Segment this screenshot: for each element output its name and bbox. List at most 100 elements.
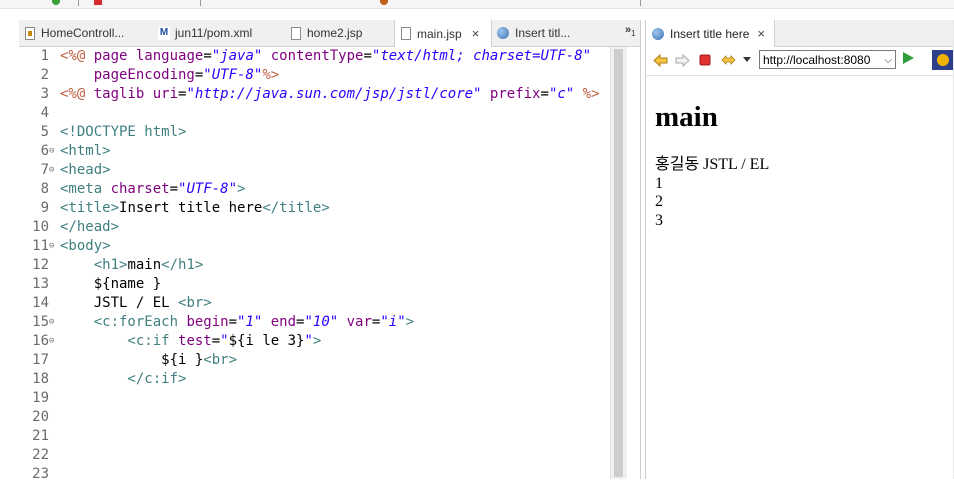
code-line[interactable]: 15 ⊖ <c:forEach begin="1" end="10" var="i… <box>19 313 609 332</box>
code-token: <br> <box>178 295 212 311</box>
code-line[interactable]: 12 <h1>main</h1> <box>19 256 609 275</box>
code-token: uri <box>152 86 179 102</box>
code-text: </c:if> <box>60 370 186 389</box>
code-token: test <box>178 333 212 349</box>
code-token: </h1> <box>161 257 204 273</box>
tab-insert-title[interactable]: Insert titl... <box>491 20 591 46</box>
tab-label: jun11/pom.xml <box>175 26 253 40</box>
code-token: pageEncoding <box>60 67 195 83</box>
vertical-scrollbar[interactable] <box>610 47 627 479</box>
code-text: <%@ page language="java" contentType="te… <box>60 47 591 66</box>
tab-pom-xml[interactable]: M jun11/pom.xml <box>153 20 281 46</box>
code-line[interactable]: 3 <%@ taglib uri = "http://java.sun.com/jsp… <box>19 85 609 104</box>
code-text: ${name } <box>60 275 161 294</box>
code-text: <body> <box>60 237 111 256</box>
close-icon[interactable]: × <box>757 26 765 41</box>
code-token: "http://java.sun.com/jsp/jstl/core" <box>186 86 482 102</box>
code-line[interactable]: 21 <box>19 427 609 446</box>
close-icon[interactable]: × <box>472 26 480 41</box>
code-line[interactable]: 23 <box>19 465 609 484</box>
tab-home2-jsp[interactable]: home2.jsp <box>285 20 395 46</box>
eclipse-icon[interactable] <box>932 50 954 70</box>
code-token: %> <box>574 86 600 102</box>
code-line[interactable]: 9 <title>Insert title here</title> <box>19 199 609 218</box>
code-token: </head> <box>60 219 120 235</box>
globe-icon <box>652 27 664 40</box>
code-line[interactable]: 19 <box>19 389 609 408</box>
line-number: 12 <box>32 257 49 273</box>
code-line[interactable]: 11 ⊖ <body> <box>19 237 609 256</box>
code-line[interactable]: 20 <box>19 408 609 427</box>
code-token: <c:forEach <box>60 314 187 330</box>
code-line[interactable]: 5 <!DOCTYPE html> <box>19 123 609 142</box>
code-token: contentType <box>262 48 364 64</box>
line-number: 21 <box>32 428 49 444</box>
code-editor[interactable]: 1 <%@ page language="java" contentType="t… <box>19 47 610 482</box>
tab-home-controller[interactable]: HomeControll... <box>19 20 151 46</box>
code-line[interactable]: 16 ⊖ <c:if test="${i le 3}"> <box>19 332 609 351</box>
go-icon[interactable] <box>903 52 914 64</box>
fold-toggle-icon[interactable]: ⊖ <box>49 142 57 161</box>
code-line[interactable]: 8 <meta charset="UTF-8"> <box>19 180 609 199</box>
code-line[interactable]: 22 <box>19 446 609 465</box>
stop-icon[interactable] <box>94 0 102 5</box>
code-line[interactable]: 6 ⊖ <html> <box>19 142 609 161</box>
code-token: main <box>127 257 162 273</box>
code-line[interactable]: 1 <%@ page language="java" contentType="t… <box>19 47 609 66</box>
tab-label: home2.jsp <box>307 26 363 40</box>
package-icon[interactable] <box>380 0 388 5</box>
fold-toggle-icon[interactable]: ⊖ <box>49 313 57 332</box>
tab-overflow-button[interactable]: »1 <box>625 24 636 38</box>
tab-main-jsp[interactable]: main.jsp × <box>394 20 492 47</box>
code-line[interactable]: 7 ⊖ <head> <box>19 161 609 180</box>
run-icon[interactable] <box>52 0 60 5</box>
line-number: 1 <box>40 48 49 64</box>
line-number: 8 <box>40 181 49 197</box>
line-number: 15 <box>32 314 49 330</box>
maven-icon: M <box>158 26 170 40</box>
code-line[interactable]: 14 JSTL / EL <br> <box>19 294 609 313</box>
forward-arrow-icon[interactable] <box>674 52 690 68</box>
chevron-down-icon[interactable]: ⌵ <box>884 51 892 68</box>
code-token: = <box>228 314 238 330</box>
refresh-icon[interactable] <box>720 52 736 68</box>
scrollbar-thumb[interactable] <box>614 49 623 477</box>
stop-icon[interactable] <box>697 52 713 68</box>
code-token: </title> <box>262 200 330 216</box>
code-line[interactable]: 18 </c:if> <box>19 370 609 389</box>
code-token: prefix <box>481 86 541 102</box>
code-line[interactable]: 17 ${i }<br> <box>19 351 609 370</box>
code-token: " <box>304 333 313 349</box>
code-token: ${i le 3} <box>228 333 305 349</box>
url-input[interactable]: http://localhost:8080 ⌵ <box>759 50 896 69</box>
code-token: <%@ <box>60 48 94 64</box>
tab-insert-title-here[interactable]: Insert title here × <box>646 20 775 47</box>
code-line[interactable]: 2 pageEncoding="UTF-8"%> <box>19 66 609 85</box>
code-text: <c:if test="${i le 3}"> <box>60 332 321 351</box>
line-number: 5 <box>40 124 49 140</box>
code-token: begin <box>186 314 229 330</box>
browser-toolbar: http://localhost:8080 ⌵ <box>646 47 954 76</box>
line-number: 10 <box>32 219 49 235</box>
code-token: language <box>135 48 204 64</box>
code-line[interactable]: 10 </head> <box>19 218 609 237</box>
line-number: 7 <box>40 162 49 178</box>
code-token: " <box>220 333 229 349</box>
code-line[interactable]: 13 ${name } <box>19 275 609 294</box>
line-number: 14 <box>32 295 49 311</box>
line-number: 9 <box>40 200 49 216</box>
tab-label: HomeControll... <box>41 26 125 40</box>
fold-toggle-icon[interactable]: ⊖ <box>49 237 57 256</box>
page-text-line: 홍길동 JSTL / EL <box>655 156 770 173</box>
page-list-item: 1 <box>655 174 663 192</box>
fold-toggle-icon[interactable]: ⊖ <box>49 161 57 180</box>
code-text: <title>Insert title here</title> <box>60 199 330 218</box>
code-token: <head> <box>60 162 111 178</box>
internal-browser: Insert title here × http://localhost:808… <box>645 20 954 479</box>
code-line[interactable]: 4 <box>19 104 609 123</box>
back-arrow-icon[interactable] <box>652 52 668 68</box>
dropdown-icon[interactable] <box>739 52 755 68</box>
code-token: "i" <box>380 314 406 330</box>
code-token: JSTL / EL <box>60 295 179 311</box>
fold-toggle-icon[interactable]: ⊖ <box>49 332 57 351</box>
